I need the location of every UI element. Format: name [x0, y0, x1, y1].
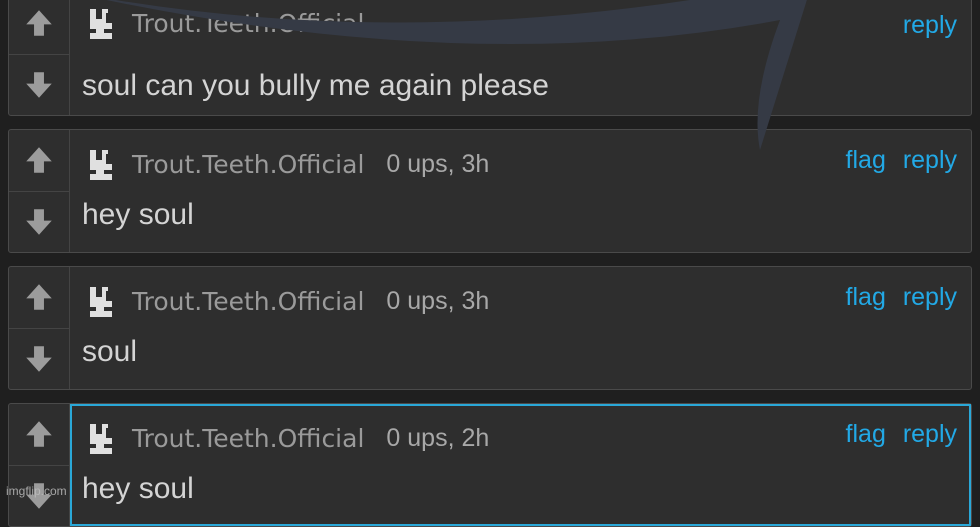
comment-meta: Trout.Teeth.Official 0 ups, 2h — [86, 418, 489, 458]
vote-column — [9, 130, 70, 252]
comment-body-highlighted: Trout.Teeth.Official 0 ups, 2h flag repl… — [70, 404, 971, 526]
upvote-button[interactable] — [9, 267, 69, 328]
arrow-down-icon — [26, 72, 52, 98]
user-avatar-icon — [90, 287, 112, 317]
vote-column — [9, 404, 70, 526]
reply-link[interactable]: reply — [903, 11, 957, 39]
comment-body: Trout.Teeth.Official 0 ups, 3h flag repl… — [70, 267, 971, 389]
flag-link[interactable]: flag — [846, 420, 886, 448]
comment: Trout.Teeth.Official reply soul can you … — [8, 0, 972, 116]
avatar[interactable] — [86, 285, 116, 317]
downvote-button[interactable] — [9, 190, 69, 253]
comment: Trout.Teeth.Official 0 ups, 3h flag repl… — [8, 129, 972, 253]
comment: Trout.Teeth.Official 0 ups, 3h flag repl… — [8, 266, 972, 390]
user-avatar-icon — [90, 150, 112, 180]
comment-body: Trout.Teeth.Official reply soul can you … — [70, 0, 971, 115]
arrow-up-icon — [26, 10, 52, 36]
ups-timestamp: 0 ups, 2h — [386, 423, 490, 452]
ups-timestamp: 0 ups, 3h — [386, 149, 490, 178]
comment-text: hey soul — [82, 198, 194, 231]
flag-link[interactable]: flag — [846, 146, 886, 174]
comment-meta: Trout.Teeth.Official — [86, 3, 364, 43]
comment: Trout.Teeth.Official 0 ups, 2h flag repl… — [8, 403, 972, 527]
comment-actions: flag reply — [836, 283, 957, 312]
arrow-down-icon — [26, 209, 52, 235]
vote-column — [9, 267, 70, 389]
avatar[interactable] — [86, 148, 116, 180]
upvote-button[interactable] — [9, 130, 69, 191]
comment-body: Trout.Teeth.Official 0 ups, 3h flag repl… — [70, 130, 971, 252]
comment-meta: Trout.Teeth.Official 0 ups, 3h — [86, 144, 489, 184]
username[interactable]: Trout.Teeth.Official — [132, 424, 364, 453]
arrow-down-icon — [26, 346, 52, 372]
comment-text: soul can you bully me again please — [82, 69, 549, 102]
arrow-up-icon — [26, 284, 52, 310]
ups-timestamp: 0 ups, 3h — [386, 286, 490, 315]
avatar[interactable] — [86, 7, 116, 39]
comment-text: hey soul — [82, 472, 194, 505]
reply-link[interactable]: reply — [903, 420, 957, 448]
user-avatar-icon — [90, 9, 112, 39]
comment-actions: flag reply — [836, 420, 957, 449]
user-avatar-icon — [90, 424, 112, 454]
upvote-button[interactable] — [9, 404, 69, 465]
upvote-button[interactable] — [9, 0, 69, 54]
arrow-up-icon — [26, 147, 52, 173]
flag-link[interactable]: flag — [846, 283, 886, 311]
username[interactable]: Trout.Teeth.Official — [132, 287, 364, 316]
comment-text: soul — [82, 335, 138, 368]
reply-link[interactable]: reply — [903, 283, 957, 311]
vote-column — [9, 0, 70, 115]
username[interactable]: Trout.Teeth.Official — [132, 150, 364, 179]
username[interactable]: Trout.Teeth.Official — [132, 9, 364, 38]
comment-actions: reply — [893, 11, 957, 40]
avatar[interactable] — [86, 422, 116, 454]
reply-link[interactable]: reply — [903, 146, 957, 174]
arrow-up-icon — [26, 421, 52, 447]
downvote-button[interactable] — [9, 327, 69, 390]
comment-meta: Trout.Teeth.Official 0 ups, 3h — [86, 281, 489, 321]
watermark: imgflip.com — [6, 484, 67, 498]
comment-actions: flag reply — [836, 146, 957, 175]
downvote-button[interactable] — [9, 53, 69, 116]
